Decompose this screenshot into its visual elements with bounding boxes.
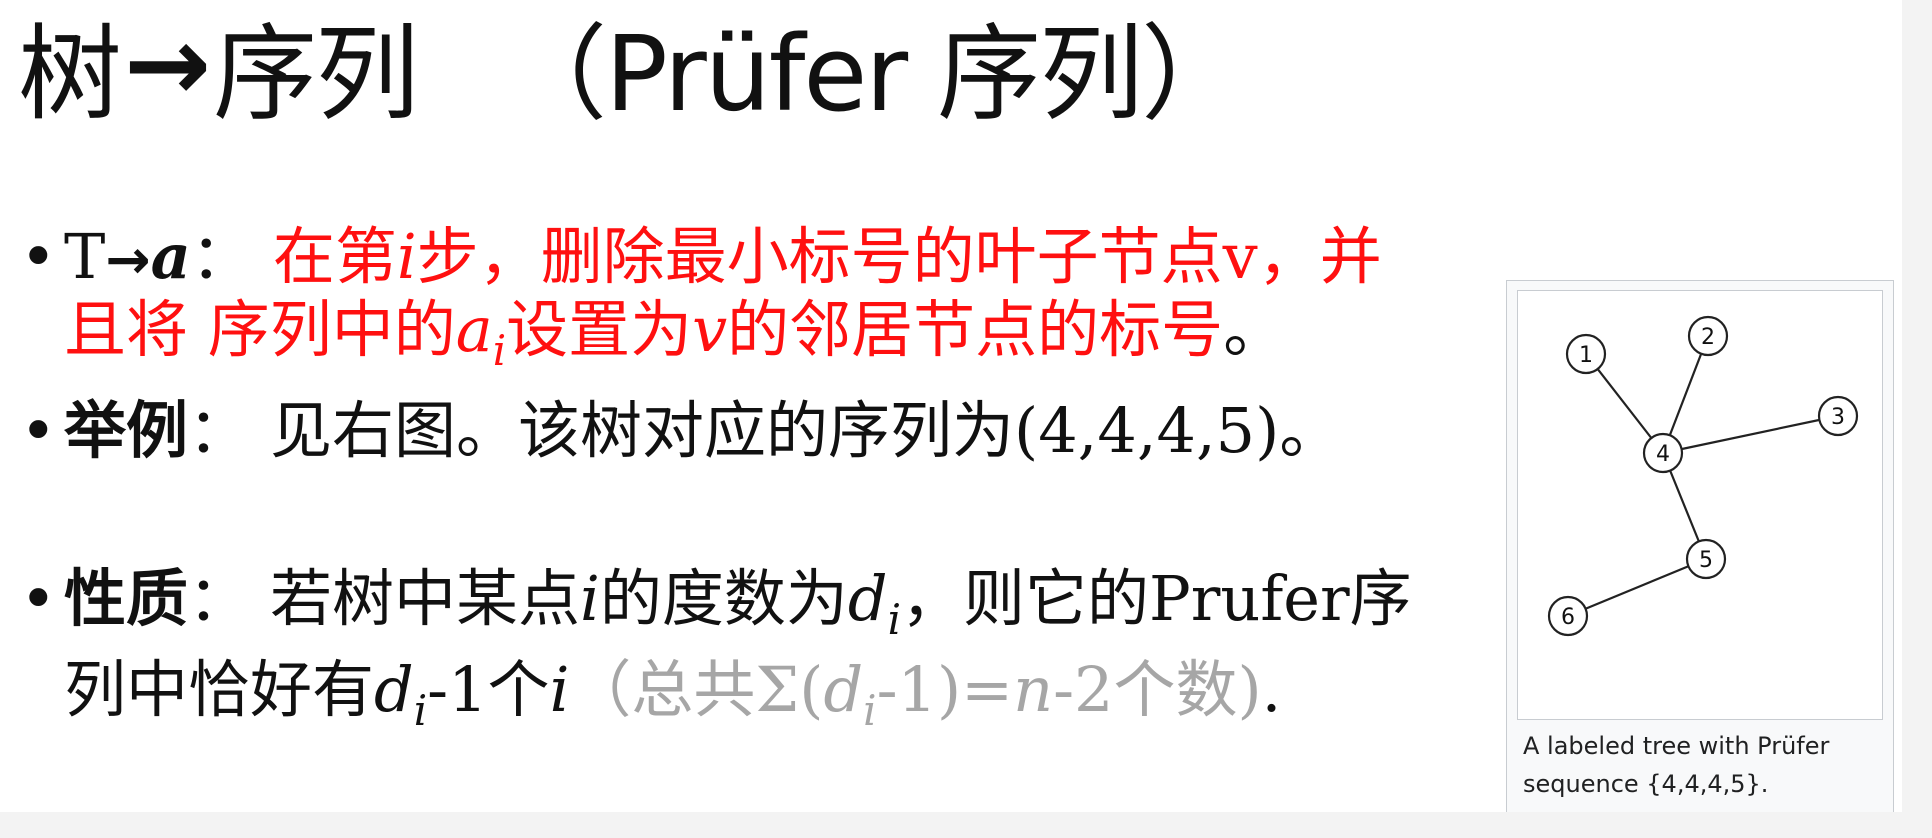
period: 。 bbox=[1223, 293, 1286, 366]
colon: ： bbox=[190, 220, 253, 293]
tree-node-label: 3 bbox=[1831, 405, 1845, 430]
title-tree-word: 树 bbox=[18, 12, 122, 135]
definition-text: 在第i步，删除最小标号的叶子节点v，并且将 序列中的ai设置为v的邻居节点的标号 bbox=[64, 220, 1382, 376]
example-label: 举例 bbox=[64, 394, 189, 467]
tree-edge-3-4 bbox=[1662, 414, 1839, 455]
tree-node-label: 5 bbox=[1699, 548, 1713, 573]
title-prufer-label: （Prüfer 序列） bbox=[503, 12, 1245, 135]
figure-caption: A labeled tree with Prüfer sequence {4,4… bbox=[1523, 727, 1883, 803]
bullet-definition: T→a：在第i步，删除最小标号的叶子节点v，并且将 序列中的ai设置为v的邻居节… bbox=[20, 222, 1440, 386]
tree-node-label: 2 bbox=[1701, 325, 1715, 350]
property-note: （总共Σ(di-1)=n-2个数) bbox=[569, 653, 1262, 736]
bullet-example: 举例： 见右图。该树对应的序列为(4,4,4,5)。 bbox=[20, 394, 1440, 467]
bullet-property: 性质：若树中某点i的度数为di，则它的Prufer序列中恰好有di-1个i（总共… bbox=[20, 564, 1440, 746]
title-sequence-word: 序列 bbox=[213, 12, 419, 135]
tree-node-6: 6 bbox=[1547, 595, 1589, 637]
title-arrow: → bbox=[124, 3, 211, 125]
tree-node-label: 4 bbox=[1656, 442, 1670, 467]
tree-node-4: 4 bbox=[1642, 432, 1684, 474]
colon: ： bbox=[188, 394, 251, 467]
property-label: 性质 bbox=[64, 562, 189, 635]
tree-node-3: 3 bbox=[1817, 395, 1859, 437]
caption-line-1: A labeled tree with Prüfer bbox=[1523, 732, 1830, 760]
colon: ： bbox=[188, 562, 251, 635]
lead-arrow: → bbox=[105, 228, 151, 291]
caption-line-2: sequence {4,4,4,5}. bbox=[1523, 770, 1769, 798]
tree-figure: 1 2 3 4 5 6 A labeled tree with Prüfer sequen… bbox=[1506, 280, 1894, 821]
tree-diagram-frame: 1 2 3 4 5 6 bbox=[1517, 290, 1883, 720]
slide-title: 树 → 序列 （Prüfer 序列） bbox=[18, 3, 1245, 135]
edge-strip-right bbox=[1902, 0, 1932, 838]
tree-node-label: 1 bbox=[1579, 343, 1593, 368]
lead-a: a bbox=[150, 220, 191, 293]
tree-diagram: 1 2 3 4 5 6 bbox=[1547, 315, 1859, 637]
example-text: 见右图。该树对应的序列为(4,4,4,5)。 bbox=[270, 394, 1342, 467]
edge-strip-bottom bbox=[0, 812, 1932, 838]
tree-node-5: 5 bbox=[1685, 538, 1727, 580]
slide: 树→序列（Prüfer 序列） T→a：在第i步，删除最小标号的叶子节点v，并且… bbox=[0, 0, 1932, 838]
lead-T: T bbox=[64, 220, 106, 293]
bullet-list: T→a：在第i步，删除最小标号的叶子节点v，并且将 序列中的ai设置为v的邻居节… bbox=[20, 222, 1440, 746]
tree-node-label: 6 bbox=[1561, 605, 1575, 630]
tree-node-1: 1 bbox=[1565, 333, 1607, 375]
tree-edge-5-6 bbox=[1567, 557, 1707, 618]
tree-node-2: 2 bbox=[1687, 315, 1729, 357]
